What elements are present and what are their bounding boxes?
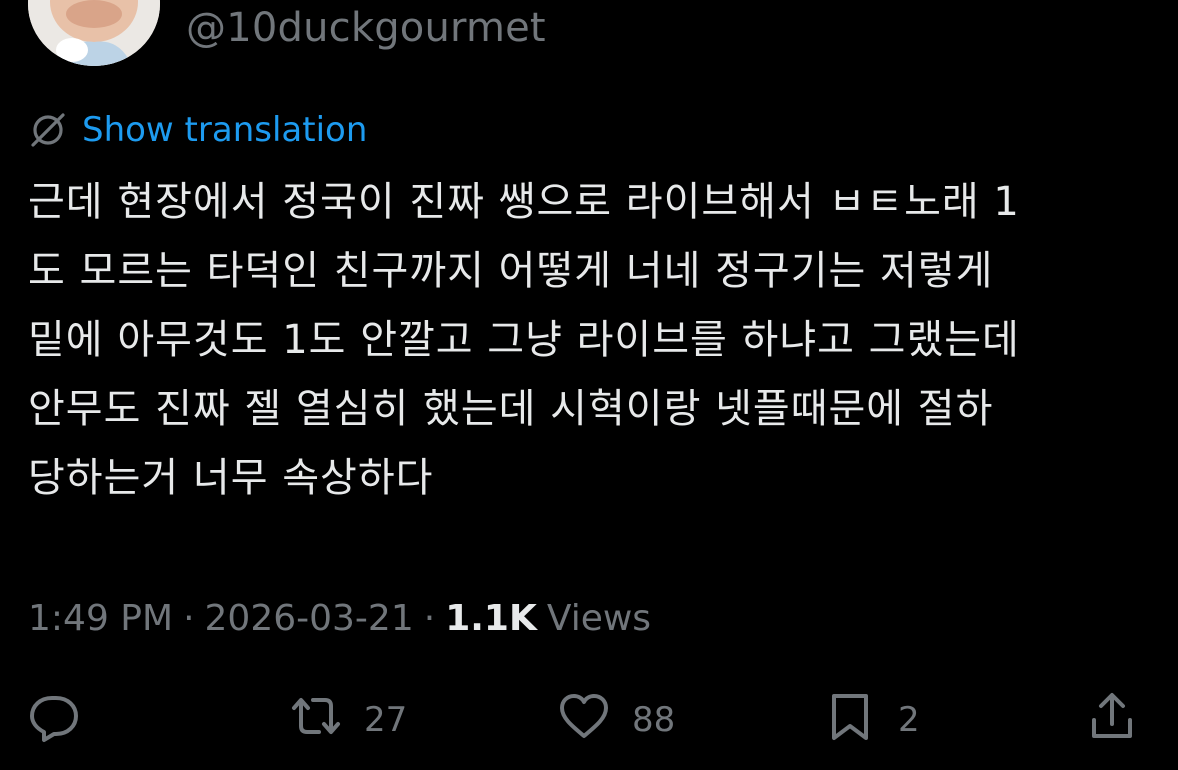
like-button[interactable]: 88 <box>556 690 675 750</box>
retweet-button[interactable]: 27 <box>288 690 407 750</box>
retweet-icon <box>288 688 344 753</box>
views-count[interactable]: 1.1K <box>445 598 537 639</box>
globe-slash-icon <box>28 110 68 150</box>
meta-separator: · <box>423 597 436 639</box>
like-count: 88 <box>632 700 676 740</box>
retweet-count: 27 <box>364 700 408 740</box>
tweet-date[interactable]: 2026-03-21 <box>205 598 414 639</box>
show-translation-row[interactable]: Show translation <box>28 108 367 152</box>
bookmark-icon <box>822 688 878 753</box>
bookmark-button[interactable]: 2 <box>822 690 920 750</box>
tweet-actions: 27 88 2 <box>0 690 1178 750</box>
tweet-text: 근데 현장에서 정국이 진짜 쌩으로 라이브해서 ㅂㅌ노래 1 도 모르는 타덕… <box>28 179 1020 501</box>
avatar[interactable] <box>28 0 160 66</box>
views-label[interactable]: Views <box>547 598 651 639</box>
meta-separator: · <box>183 597 195 639</box>
reply-button[interactable] <box>26 690 82 750</box>
reply-icon <box>26 688 82 753</box>
bookmark-count: 2 <box>898 700 920 740</box>
show-translation-link[interactable]: Show translation <box>82 108 367 152</box>
share-icon <box>1084 688 1140 753</box>
author-handle[interactable]: @10duckgourmet <box>186 2 546 54</box>
tweet-time[interactable]: 1:49 PM <box>28 598 173 639</box>
tweet-meta: 1:49 PM · 2026-03-21 · 1.1K Views <box>28 592 651 644</box>
heart-icon <box>556 688 612 753</box>
share-button[interactable] <box>1084 690 1140 750</box>
